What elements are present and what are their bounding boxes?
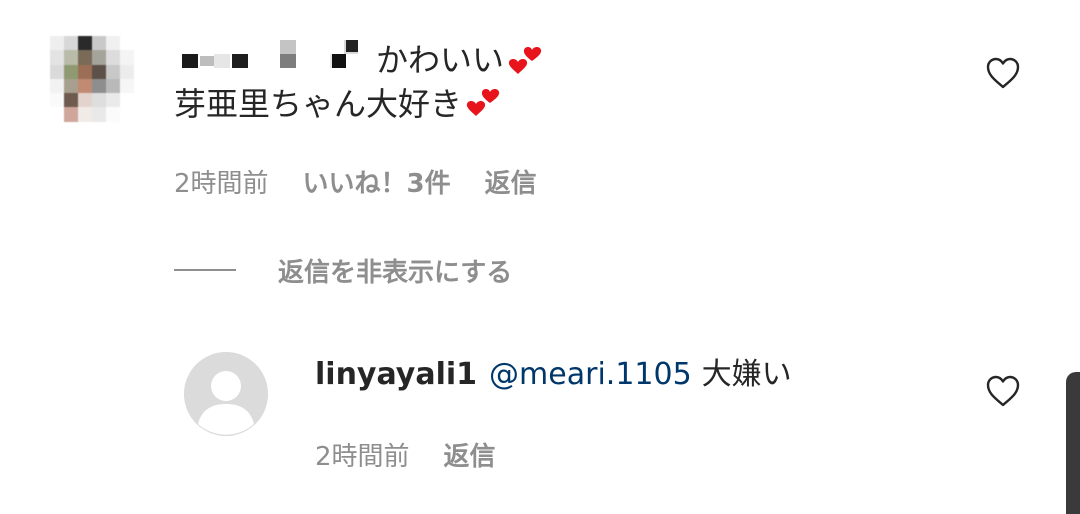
reply-meta: 2時間前 返信 (315, 436, 496, 472)
reply-button[interactable]: 返信 (485, 163, 537, 200)
hide-replies-button[interactable]: 返信を非表示にする (174, 252, 512, 288)
comment-meta: 2時間前 いいね！3件 返信 (174, 163, 537, 199)
comment-text-second: 芽亜里ちゃん大好き (174, 85, 463, 123)
divider-line (174, 269, 236, 271)
reply-content: linyayali1 @meari.1105 大嫌い (315, 355, 792, 395)
reply-text: 大嫌い (701, 357, 792, 392)
avatar[interactable] (50, 36, 134, 122)
reply-username[interactable]: linyayali1 (315, 357, 477, 392)
comment-text-line1: かわいい (376, 40, 546, 89)
heart-emoji-icon (506, 40, 546, 89)
comment-text-line2: 芽亜里ちゃん大好き (174, 84, 504, 133)
likes-count-button[interactable]: いいね！3件 (303, 163, 451, 200)
default-avatar-icon[interactable] (184, 352, 268, 436)
reply-reply-button[interactable]: 返信 (444, 436, 496, 473)
username-redacted[interactable] (180, 38, 370, 76)
heart-outline-icon[interactable] (985, 374, 1021, 408)
comment-text: かわいい (376, 41, 505, 79)
hide-replies-label: 返信を非表示にする (278, 257, 513, 288)
mention-link[interactable]: @meari.1105 (489, 357, 692, 392)
comment-time: 2時間前 (174, 168, 269, 199)
reply-time: 2時間前 (315, 441, 410, 472)
heart-outline-icon[interactable] (985, 56, 1021, 90)
scrollbar-edge[interactable] (1066, 372, 1080, 514)
heart-emoji-icon (464, 84, 504, 133)
